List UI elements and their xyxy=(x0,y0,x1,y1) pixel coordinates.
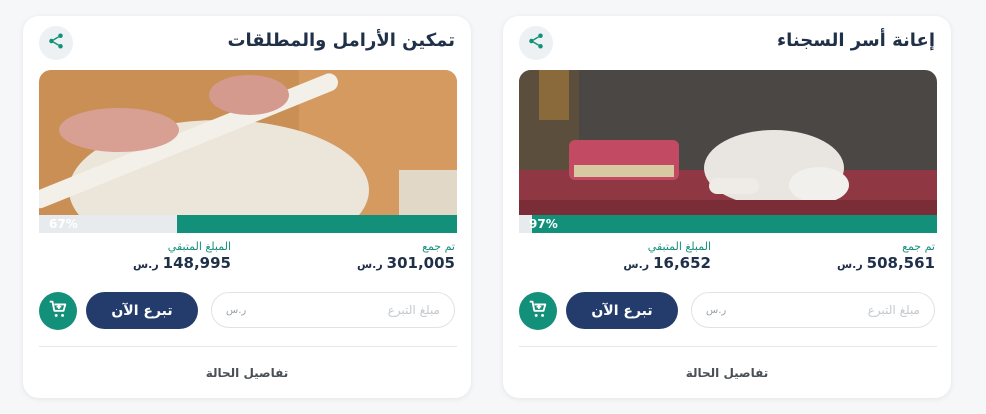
progress-bar: 67% xyxy=(39,215,457,233)
donate-now-button[interactable]: تبرع الآن xyxy=(86,292,198,329)
collected-value: 301,005 xyxy=(386,254,455,272)
divider xyxy=(519,346,937,347)
divider xyxy=(39,346,457,347)
campaign-image xyxy=(519,70,937,233)
add-to-cart-button[interactable] xyxy=(39,292,77,330)
donation-amount-input[interactable]: مبلغ التبرع ر.س xyxy=(691,292,935,328)
donate-now-button[interactable]: تبرع الآن xyxy=(566,292,678,329)
remaining-value: 148,995 xyxy=(162,254,231,272)
add-to-cart-button[interactable] xyxy=(519,292,557,330)
remaining-stat: المبلغ المتبقي 148,995ر.س xyxy=(133,240,231,272)
campaign-image xyxy=(39,70,457,233)
amount-placeholder: مبلغ التبرع xyxy=(387,303,440,317)
collected-label: تم جمع xyxy=(422,240,455,253)
share-button[interactable] xyxy=(519,26,553,60)
progress-percent: 97% xyxy=(529,217,558,231)
remaining-label: المبلغ المتبقي xyxy=(647,240,711,253)
collected-value: 508,561 xyxy=(866,254,935,272)
collected-stat: تم جمع 508,561ر.س xyxy=(837,240,935,272)
add-to-cart-icon xyxy=(47,298,69,324)
remaining-stat: المبلغ المتبقي 16,652ر.س xyxy=(623,240,711,272)
campaign-card: إعانة أسر السجناء 97% تم جمع 508,561ر.س … xyxy=(503,16,951,398)
currency-label: ر.س xyxy=(356,258,383,271)
currency-label: ر.س xyxy=(836,258,863,271)
input-currency: ر.س xyxy=(706,304,727,316)
campaign-card: تمكين الأرامل والمطلقات 67% تم جمع 301,0… xyxy=(23,16,471,398)
currency-label: ر.س xyxy=(132,258,159,271)
currency-label: ر.س xyxy=(623,258,650,271)
case-details-link[interactable]: تفاصيل الحالة xyxy=(23,366,471,380)
case-details-link[interactable]: تفاصيل الحالة xyxy=(503,366,951,380)
donation-amount-input[interactable]: مبلغ التبرع ر.س xyxy=(211,292,455,328)
collected-label: تم جمع xyxy=(902,240,935,253)
add-to-cart-icon xyxy=(527,298,549,324)
card-title: تمكين الأرامل والمطلقات xyxy=(227,30,455,51)
amount-placeholder: مبلغ التبرع xyxy=(867,303,920,317)
share-button[interactable] xyxy=(39,26,73,60)
progress-bar: 97% xyxy=(519,215,937,233)
progress-fill xyxy=(176,215,457,233)
share-icon xyxy=(47,32,65,54)
card-title: إعانة أسر السجناء xyxy=(776,30,935,51)
progress-percent: 67% xyxy=(49,217,78,231)
remaining-label: المبلغ المتبقي xyxy=(167,240,231,253)
input-currency: ر.س xyxy=(226,304,247,316)
share-icon xyxy=(527,32,545,54)
remaining-value: 16,652 xyxy=(653,254,711,272)
collected-stat: تم جمع 301,005ر.س xyxy=(357,240,455,272)
progress-fill xyxy=(531,215,937,233)
